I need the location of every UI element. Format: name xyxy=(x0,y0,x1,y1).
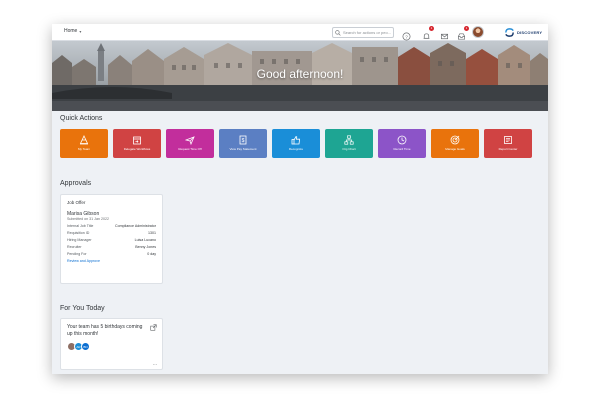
field-label: Internal Job Title xyxy=(67,224,94,228)
welcome-banner: Good afternoon! xyxy=(52,41,548,111)
field-value: Benny Jones xyxy=(135,245,156,249)
cone-icon xyxy=(79,135,89,145)
airplane-icon xyxy=(185,136,195,146)
tile-delegate-workflows[interactable]: Delegate Workflows xyxy=(113,129,161,158)
tile-label: Manage Goals xyxy=(445,147,465,152)
more-options-icon[interactable]: ... xyxy=(153,362,157,367)
team-avatars: AR BN xyxy=(67,342,90,351)
field-label: Recruiter xyxy=(67,245,82,249)
clock-icon xyxy=(397,135,407,145)
tile-recognize[interactable]: Recognize xyxy=(272,129,320,158)
birthday-message: Your team has 5 birthdays coming up this… xyxy=(67,324,143,337)
field-value: Luisa Lucano xyxy=(134,238,156,242)
inbox-button[interactable]: 1 xyxy=(457,26,469,40)
org-chart-icon xyxy=(344,135,354,145)
approval-type: Job Offer xyxy=(67,200,86,205)
field-value: 1301 xyxy=(148,231,156,235)
avatar-initials: AR xyxy=(76,344,81,349)
help-icon: ? xyxy=(402,32,411,41)
app-window: Home ▾ ? 1 xyxy=(52,24,548,374)
approval-submitted-date: Submitted on 31 Jan 2022 xyxy=(67,217,109,221)
tile-request-time-off[interactable]: Request Time Off xyxy=(166,129,214,158)
logo-swirl-icon xyxy=(505,28,514,37)
greeting-text: Good afternoon! xyxy=(256,67,344,81)
tile-report-center[interactable]: Report Center xyxy=(484,129,532,158)
tile-label: View Pay Statement xyxy=(229,147,257,152)
tile-label: My Team xyxy=(77,147,91,152)
report-icon xyxy=(504,136,512,145)
field-label: Hiring Manager xyxy=(67,238,92,242)
home-menu-label: Home xyxy=(64,28,78,34)
notification-badge: 1 xyxy=(429,26,434,31)
quick-actions-row: My Team Delegate Workflows Request Time … xyxy=(60,129,532,158)
tile-manage-goals[interactable]: Manage Goals xyxy=(431,129,479,158)
field-value: 0 day xyxy=(147,252,156,256)
birthday-card[interactable]: Your team has 5 birthdays coming up this… xyxy=(60,318,163,370)
approval-field-row: Requisition ID 1301 xyxy=(67,230,156,237)
svg-text:?: ? xyxy=(405,34,408,39)
home-menu-button[interactable]: Home ▾ xyxy=(64,28,81,34)
approval-field-row: Recruiter Benny Jones xyxy=(67,244,156,251)
company-logo: DISCOVERY xyxy=(504,27,542,38)
tile-view-pay-statement[interactable]: $ View Pay Statement xyxy=(219,129,267,158)
inbox-badge: 1 xyxy=(464,26,469,31)
calendar-arrow-icon xyxy=(133,136,141,145)
tile-my-team[interactable]: My Team xyxy=(60,129,108,158)
search-field[interactable] xyxy=(332,27,395,38)
avatar-initials: BN xyxy=(83,344,88,349)
tile-label: Record Time xyxy=(393,147,411,152)
message-icon xyxy=(440,33,449,40)
tile-label: Report Center xyxy=(498,147,518,152)
approval-field-row: Hiring Manager Luisa Lucano xyxy=(67,237,156,244)
logo-text: DISCOVERY xyxy=(517,30,543,35)
tile-org-chart[interactable]: Org Chart xyxy=(325,129,373,158)
messages-button[interactable] xyxy=(440,28,449,40)
tile-record-time[interactable]: Record Time xyxy=(378,129,426,158)
target-icon xyxy=(450,135,460,145)
chevron-down-icon: ▾ xyxy=(79,28,82,34)
approval-field-row: Internal Job Title Compliance Administra… xyxy=(67,223,156,230)
field-value: Compliance Administrator xyxy=(115,224,156,228)
notifications-button[interactable]: 1 xyxy=(422,26,434,39)
search-icon xyxy=(335,29,341,36)
bell-icon xyxy=(423,33,430,39)
tile-label: Delegate Workflows xyxy=(123,147,151,152)
user-avatar[interactable] xyxy=(472,26,484,38)
help-button[interactable]: ? xyxy=(402,28,411,41)
popout-icon[interactable] xyxy=(150,324,157,331)
dollar-document-icon: $ xyxy=(239,135,247,145)
tile-label: Recognize xyxy=(288,147,304,152)
svg-text:$: $ xyxy=(242,138,245,144)
field-label: Requisition ID xyxy=(67,231,90,235)
avatar[interactable]: BN xyxy=(81,342,90,351)
approval-card[interactable]: Job Offer Marisa Gibson Submitted on 31 … xyxy=(60,194,163,284)
approval-field-row: Pending For 0 day xyxy=(67,251,156,258)
inbox-icon xyxy=(457,33,466,40)
approvals-title: Approvals xyxy=(60,180,92,187)
tile-label: Request Time Off xyxy=(178,147,202,152)
quick-actions-title: Quick Actions xyxy=(60,115,103,122)
review-and-approve-link[interactable]: Review and Approve xyxy=(67,259,156,263)
field-label: Pending For xyxy=(67,252,87,256)
shell-bar: Home ▾ ? 1 xyxy=(52,24,548,41)
thumbs-up-icon xyxy=(291,136,301,145)
for-you-today-title: For You Today xyxy=(60,305,105,312)
tile-label: Org Chart xyxy=(342,147,356,152)
search-input[interactable] xyxy=(343,28,395,37)
